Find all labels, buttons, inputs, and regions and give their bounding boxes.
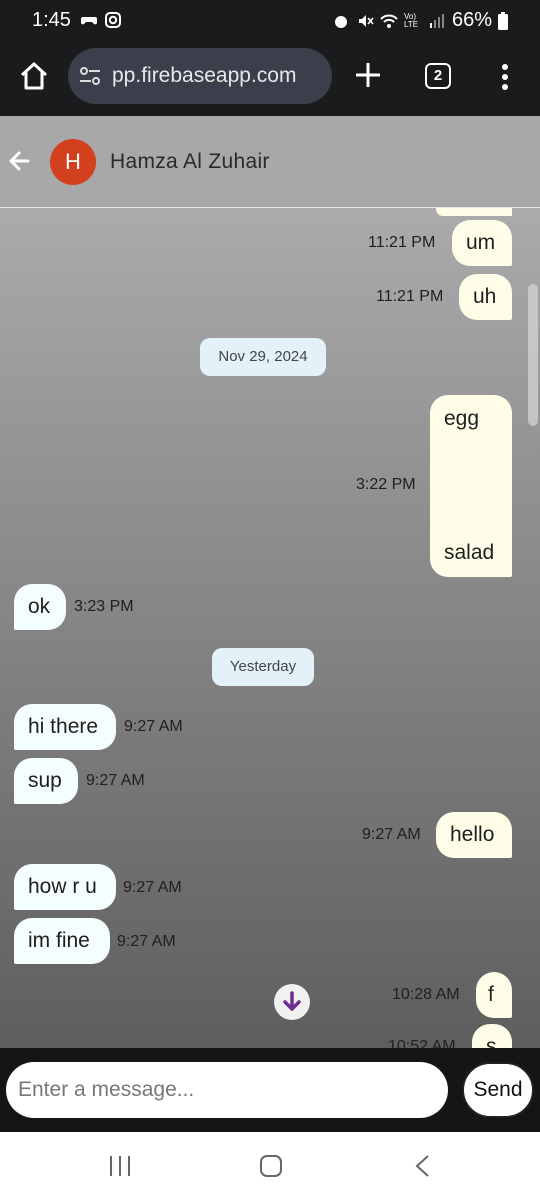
scrollbar[interactable] <box>528 284 538 426</box>
message-text: hi there <box>28 715 99 738</box>
chat-header: H Hamza Al Zuhair <box>0 116 540 208</box>
message-time: 9:27 AM <box>362 826 421 843</box>
message-bubble[interactable]: f <box>476 972 512 1018</box>
contact-name: Hamza Al Zuhair <box>110 150 270 173</box>
battery-percent: 66% <box>451 9 492 31</box>
message-time: 11:21 PM <box>368 234 436 251</box>
avatar[interactable]: H <box>50 139 96 185</box>
message-bubble[interactable]: uh <box>459 274 512 320</box>
game-controller-icon <box>81 17 97 25</box>
message-input[interactable] <box>6 1062 448 1118</box>
message-bubble[interactable]: hello <box>436 812 512 858</box>
alarm-icon <box>334 15 347 28</box>
message-text: sup <box>28 769 62 792</box>
back-arrow-icon[interactable] <box>8 150 30 172</box>
message-time: 3:23 PM <box>74 598 134 615</box>
message-time: 9:27 AM <box>117 933 176 950</box>
site-settings-icon[interactable] <box>78 64 102 88</box>
message-time: 10:52 AM <box>388 1038 456 1048</box>
url-text: pp.firebaseapp.com <box>112 64 297 87</box>
message-time: 9:27 AM <box>86 772 145 789</box>
message-bubble[interactable]: sup <box>14 758 78 804</box>
message-text: f <box>488 983 494 1006</box>
message-bubble[interactable]: ok <box>14 584 66 630</box>
back-nav-icon[interactable] <box>412 1154 432 1178</box>
message-text: how r u <box>28 875 97 898</box>
new-tab-icon[interactable] <box>353 60 383 90</box>
signal-icon <box>429 13 444 28</box>
message-time: 10:28 AM <box>392 986 460 1003</box>
message-text: salad <box>444 541 495 564</box>
system-nav-bar <box>0 1132 540 1200</box>
browser-toolbar: pp.firebaseapp.com 2 <box>0 40 540 116</box>
mute-icon <box>358 14 374 27</box>
message-bubble[interactable]: how r u <box>14 864 116 910</box>
home-icon[interactable] <box>18 60 50 92</box>
date-separator: Nov 29, 2024 <box>200 338 326 376</box>
status-time: 1:45 <box>32 9 71 31</box>
send-button[interactable]: Send <box>462 1062 534 1118</box>
message-bubble[interactable]: egg salad <box>430 395 512 577</box>
message-bubble[interactable]: hi there <box>14 704 116 750</box>
wifi-icon <box>380 14 398 28</box>
message-text: um <box>466 231 496 254</box>
more-menu-icon[interactable] <box>494 62 516 92</box>
message-text: egg <box>444 407 480 430</box>
message-text: hello <box>450 823 495 846</box>
message-text: uh <box>473 285 497 308</box>
message-bubble[interactable]: im fine <box>14 918 110 964</box>
instagram-icon <box>105 12 121 28</box>
arrow-down-icon <box>283 991 301 1011</box>
home-nav-icon[interactable] <box>259 1154 283 1178</box>
lte-label: Vo) LTE <box>403 11 419 29</box>
message-bubble[interactable]: um <box>452 220 512 266</box>
scroll-to-bottom-button[interactable] <box>274 984 310 1020</box>
address-bar[interactable]: pp.firebaseapp.com <box>68 48 332 104</box>
message-text: im fine <box>28 929 90 952</box>
battery-icon <box>498 11 508 30</box>
chat-area[interactable]: 11:21 PM um 11:21 PM uh Nov 29, 2024 3:2… <box>0 116 540 1048</box>
message-time: 3:22 PM <box>356 476 416 493</box>
status-bar: 1:45 Vo) LTE 66% <box>0 0 540 40</box>
tab-switcher-button[interactable]: 2 <box>425 63 451 89</box>
message-time: 11:21 PM <box>376 288 444 305</box>
date-separator: Yesterday <box>212 648 314 686</box>
message-time: 9:27 AM <box>123 879 182 896</box>
message-text: s <box>486 1035 497 1048</box>
message-bubble[interactable]: s <box>472 1024 512 1048</box>
recents-icon[interactable] <box>108 1154 132 1178</box>
message-composer: Send <box>0 1048 540 1132</box>
message-time: 9:27 AM <box>124 718 183 735</box>
message-text: ok <box>28 595 51 618</box>
